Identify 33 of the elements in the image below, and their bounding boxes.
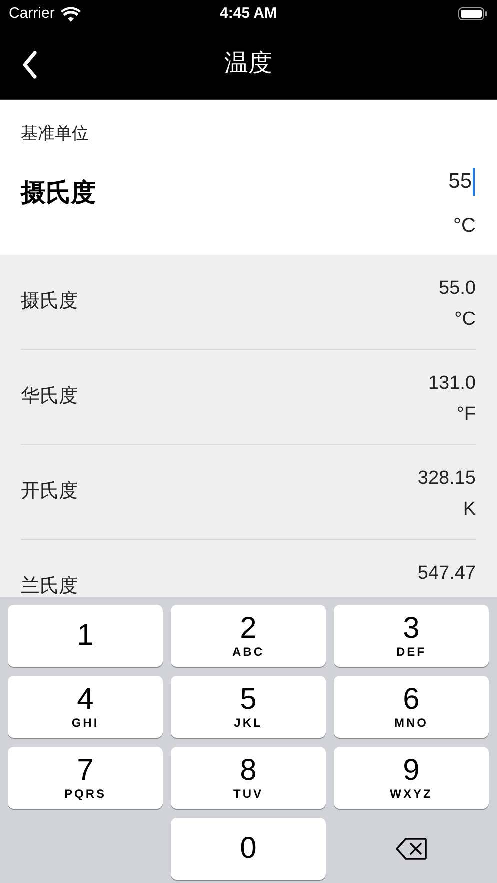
unit-name: 开氏度 <box>21 480 78 504</box>
back-chevron-icon <box>22 51 38 79</box>
converted-value: 328.15 <box>418 467 476 491</box>
text-cursor <box>473 168 475 196</box>
unit-symbol: °C <box>454 308 476 332</box>
converted-value: 55.0 <box>439 277 476 301</box>
carrier-label: Carrier <box>9 4 55 24</box>
wifi-icon <box>60 6 81 22</box>
base-unit-symbol: °C <box>454 214 476 239</box>
converted-value: 547.47 <box>418 562 476 586</box>
keypad-key[interactable]: 2 ABC <box>171 605 326 667</box>
base-unit-caption: 基准单位 <box>21 123 89 145</box>
keypad-key[interactable]: 9 WXYZ <box>334 747 489 809</box>
keypad-key[interactable]: 0 <box>171 818 326 880</box>
converted-value: 131.0 <box>428 372 476 396</box>
keypad-key[interactable]: 3 DEF <box>334 605 489 667</box>
unit-name: 摄氏度 <box>21 290 78 314</box>
keypad-key[interactable]: 1 <box>8 605 163 667</box>
base-unit-name: 摄氏度 <box>21 178 96 209</box>
unit-symbol: K <box>463 498 476 522</box>
keypad-key[interactable]: 7 PQRS <box>8 747 163 809</box>
keypad-key[interactable]: 5 JKL <box>171 676 326 738</box>
backspace-icon <box>396 837 428 861</box>
screen-title: 温度 <box>224 48 272 78</box>
keypad-key[interactable]: 4 GHI <box>8 676 163 738</box>
keypad-key[interactable]: 8 TUV <box>171 747 326 809</box>
status-time: 4:45 AM <box>220 4 277 24</box>
unit-symbol: °F <box>456 403 476 427</box>
unit-name: 华氏度 <box>21 384 78 409</box>
keypad-key[interactable]: 6 MNO <box>334 676 489 738</box>
value-input-field[interactable]: 55 <box>448 166 475 198</box>
unit-name: 兰氏度 <box>21 574 78 599</box>
battery-icon <box>458 7 488 21</box>
